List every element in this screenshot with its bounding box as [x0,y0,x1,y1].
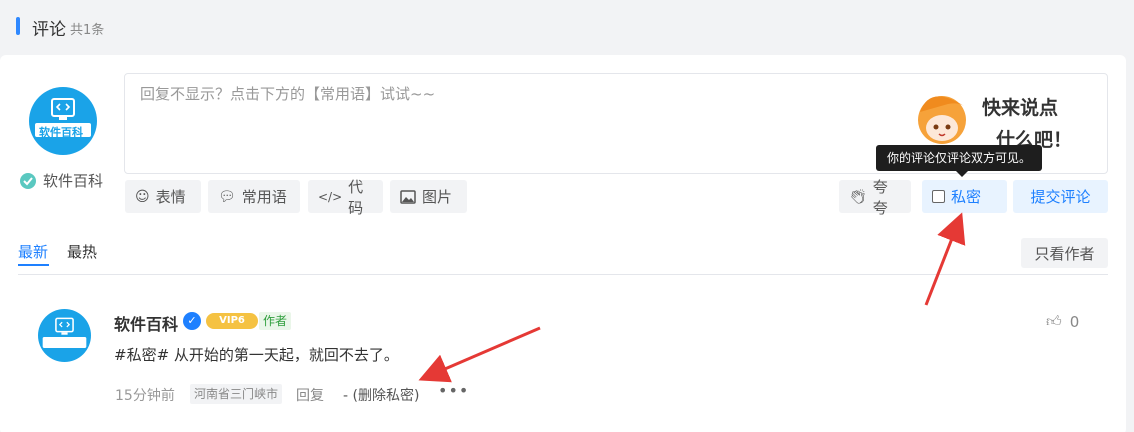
comment-text: #私密# 从开始的第一天起，就回不去了。 [114,346,399,364]
private-toggle[interactable]: 私密 [922,180,1007,213]
avatar-logo-icon [42,317,87,348]
emoji-label: 表情 [155,188,186,206]
comments-title: 评论 [32,20,66,40]
editor-placeholder: 回复不显示？点击下方的【常用语】试试~~ [140,85,436,103]
phrases-label: 常用语 [241,188,287,206]
comments-count: 共1条 [70,23,105,38]
mascot-text-line1: 快来说点 [982,96,1058,119]
poster-name-label: 软件百科 [43,172,104,190]
avatar-logo-icon [35,98,91,137]
tab-newest[interactable]: 最新 [18,241,48,262]
verified-icon: ✓ [183,312,201,330]
tab-hottest[interactable]: 最热 [67,241,97,262]
submit-comment-button[interactable]: 提交评论 [1013,180,1108,213]
current-user-avatar[interactable]: 软件百科 [29,87,97,155]
checkbox-icon[interactable] [932,190,945,203]
user-badge-icon [20,172,36,189]
common-phrases-button[interactable]: 💬︎ 常用语 [208,180,300,213]
comment-avatar[interactable] [38,309,91,362]
more-icon[interactable]: ••• [438,381,469,400]
header-accent-bar [16,17,20,35]
submit-label: 提交评论 [1030,188,1091,206]
clap-icon: 👏︎ [849,188,867,205]
smile-icon: ☺ [135,188,150,205]
kuakua-button[interactable]: 👏︎ 夸夸 [839,178,911,217]
private-tooltip: 你的评论仅评论双方可见。 [876,145,1043,177]
emoji-button[interactable]: ☺ 表情 [125,180,201,213]
comment-time: 15分钟前 [115,388,175,404]
current-user-name: 软件百科 [18,170,103,191]
code-icon: </> [318,189,343,204]
like-count: 0 [1069,312,1080,331]
like-button[interactable]: 👍︎ 0 [1046,312,1079,331]
kuakua-label: 夸夸 [872,177,888,217]
image-button[interactable]: 图片 [390,180,467,213]
comments-header: 评论 共1条 [0,0,1134,52]
chat-bubble-icon: 💬︎ [218,188,236,205]
only-author-button[interactable]: 只看作者 [1021,238,1108,268]
author-badge: 作者 [259,312,292,330]
code-label: 代码 [348,177,364,217]
comment-location: 河南省三门峡市 [190,384,283,404]
private-label: 私密 [951,188,982,206]
code-button[interactable]: </> 代码 [308,178,383,217]
delete-private-link[interactable]: - (删除私密) [343,385,419,405]
divider [18,274,1108,275]
vip-badge: VIP6 [206,313,258,329]
avatar-text: 软件百科 [39,126,83,139]
active-tab-indicator [18,264,49,266]
image-icon [400,189,416,204]
thumbs-up-icon: 👍︎ [1046,312,1062,330]
reply-button[interactable]: 回复 [296,385,324,405]
comment-author-name[interactable]: 软件百科 [114,311,178,335]
image-label: 图片 [422,188,453,206]
comments-card: 软件百科 软件百科 回复不显示？点击下方的【常用语】试试~~ 快来说点 什么吧！… [0,55,1126,432]
